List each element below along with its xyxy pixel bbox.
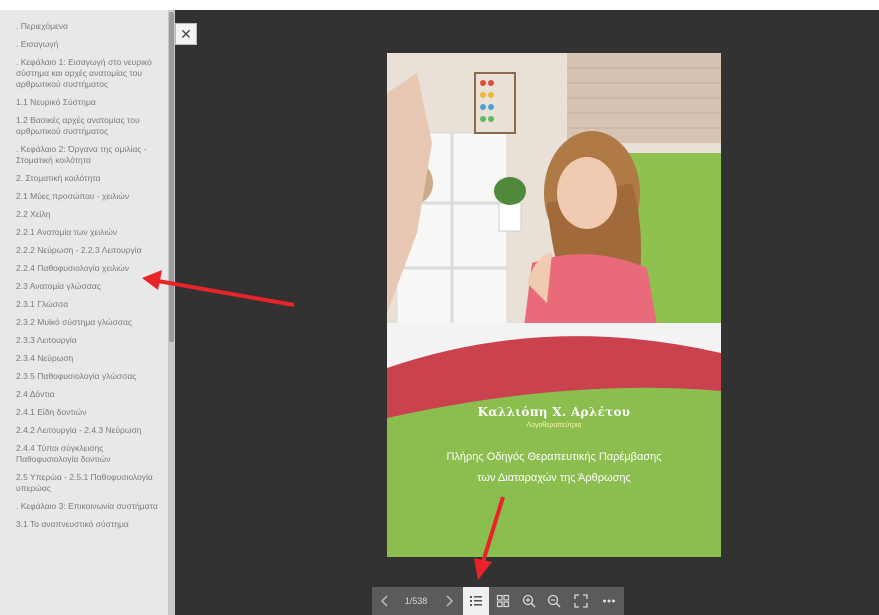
next-page-button[interactable] bbox=[436, 587, 462, 615]
toc-item[interactable]: 2.2.4 Παθοφυσιολογία χειλιών bbox=[0, 260, 168, 278]
toc-item[interactable]: 2.2.1 Ανατομία των χειλιών bbox=[0, 224, 168, 242]
close-icon: ✕ bbox=[180, 26, 192, 42]
zoom-in-icon bbox=[522, 594, 536, 608]
toc-item[interactable]: 2.4 Δόντια bbox=[0, 386, 168, 404]
toc-list-icon bbox=[470, 596, 482, 606]
toc-item[interactable]: 1.1 Νευρικό Σύστημα bbox=[0, 94, 168, 112]
thumbnails-grid-icon bbox=[496, 594, 510, 608]
toc-item[interactable]: 2.3.4 Νεύρωση bbox=[0, 350, 168, 368]
toc-item[interactable]: 2.3.2 Μυϊκό σύστημα γλώσσας bbox=[0, 314, 168, 332]
page-counter: 1/538 bbox=[404, 596, 428, 606]
zoom-in-button[interactable] bbox=[517, 587, 541, 615]
book-author-role: Λογοθεραπεύτρια bbox=[526, 422, 582, 429]
fullscreen-icon bbox=[574, 594, 588, 608]
toc-item[interactable]: 2.1 Μύες προσώπου - χειλιών bbox=[0, 188, 168, 206]
toc-item[interactable]: 2.4.2 Λειτουργία - 2.4.3 Νεύρωση bbox=[0, 422, 168, 440]
book-title-line-1: Πλήρης Οδηγός Θεραπευτικής Παρέμβασης bbox=[446, 451, 662, 463]
toc-item[interactable]: 2.2.2 Νεύρωση - 2.2.3 Λειτουργία bbox=[0, 242, 168, 260]
viewer-toolbar: 1/538 bbox=[372, 587, 624, 615]
thumbnails-button[interactable] bbox=[490, 587, 516, 615]
book-author: Καλλιόπη Χ. Αρλέτου bbox=[477, 405, 631, 419]
book-title-line-2: των Διαταραχών της Άρθρωσης bbox=[477, 472, 631, 484]
chevron-left-icon bbox=[380, 595, 388, 607]
toc-list: . Περιεχόμενα. Εισαγωγή. Κεφάλαιο 1: Εισ… bbox=[0, 10, 168, 534]
fullscreen-button[interactable] bbox=[568, 587, 594, 615]
prev-page-button[interactable] bbox=[372, 587, 398, 615]
close-sidebar-button[interactable]: ✕ bbox=[175, 23, 197, 45]
chevron-right-icon bbox=[446, 595, 454, 607]
more-icon bbox=[603, 599, 615, 603]
table-of-contents-sidebar: . Περιεχόμενα. Εισαγωγή. Κεφάλαιο 1: Εισ… bbox=[0, 10, 168, 615]
toc-item[interactable]: . Εισαγωγή bbox=[0, 36, 168, 54]
book-cover-page: Καλλιόπη Χ. Αρλέτου Λογοθεραπεύτρια Πλήρ… bbox=[387, 53, 721, 557]
sidebar-scroll-thumb[interactable] bbox=[169, 12, 174, 342]
toc-item[interactable]: 2.5 Υπερώα - 2.5.1 Παθοφυσιολογία υπερώα… bbox=[0, 469, 168, 498]
zoom-out-button[interactable] bbox=[542, 587, 566, 615]
toc-item[interactable]: 2.3.3 Λειτουργία bbox=[0, 332, 168, 350]
top-bar bbox=[0, 0, 879, 10]
toc-item[interactable]: 2.3 Ανατομία γλώσσας bbox=[0, 278, 168, 296]
toc-item[interactable]: 3.1 Το αναπνευστικό σύστημα bbox=[0, 516, 168, 534]
table-of-contents-button[interactable] bbox=[463, 587, 489, 615]
zoom-out-icon bbox=[547, 594, 561, 608]
toc-item[interactable]: . Περιεχόμενα bbox=[0, 18, 168, 36]
toc-item[interactable]: 2. Στοματική κοιλότητα bbox=[0, 170, 168, 188]
toc-item[interactable]: 2.3.1 Γλώσσα bbox=[0, 296, 168, 314]
toc-item[interactable]: . Κεφάλαιο 3: Επικοινωνία συστήματα bbox=[0, 498, 168, 516]
toc-item[interactable]: 2.2 Χείλη bbox=[0, 206, 168, 224]
toc-item[interactable]: . Κεφάλαιο 2: Όργανα της ομιλίας - Στομα… bbox=[0, 141, 168, 170]
toc-item[interactable]: . Κεφάλαιο 1: Εισαγωγή στο νευρικό σύστη… bbox=[0, 54, 168, 94]
toc-item[interactable]: 2.4.4 Τύποι σύγκλεισης Παθοφυσιολογία δο… bbox=[0, 440, 168, 469]
more-options-button[interactable] bbox=[596, 587, 622, 615]
toc-item[interactable]: 1.2 Βασικές αρχές ανατομίας του αρθρωτικ… bbox=[0, 112, 168, 141]
toc-item[interactable]: 2.4.1 Είδη δοντιών bbox=[0, 404, 168, 422]
toc-item[interactable]: 2.3.5 Παθοφυσιολογία γλώσσας bbox=[0, 368, 168, 386]
